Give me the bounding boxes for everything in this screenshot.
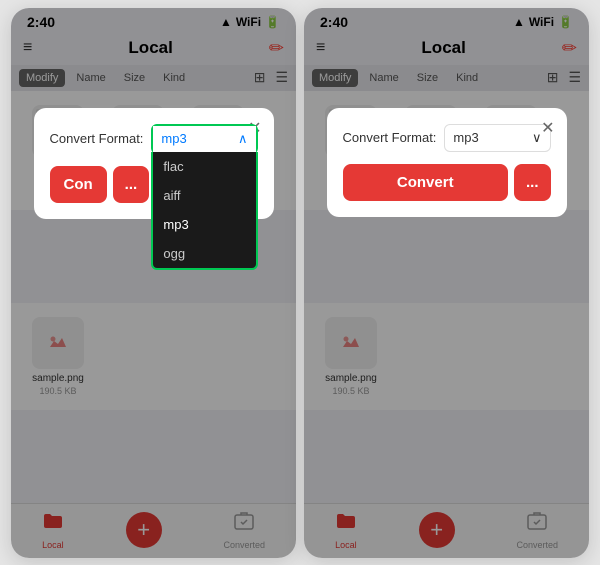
modal-overlay-left: ✕ Convert Format: mp3 ∧ flac aiff mp3 og… [11,8,296,558]
dropdown-list-left: flac aiff mp3 ogg [151,152,257,270]
more-button-right[interactable]: ... [514,164,551,201]
selected-format-left: mp3 [161,131,186,146]
more-button-left[interactable]: ... [113,166,150,203]
chevron-up-icon: ∧ [238,131,248,147]
right-phone: 2:40 ▲ WiFi 🔋 ≡ Local ✏ Modify Name Size… [304,8,589,558]
modal-format-row-right: Convert Format: mp3 ∨ [343,124,551,152]
modal-overlay-right: ✕ Convert Format: mp3 ∨ Convert ... [304,8,589,558]
modal-btn-row-right: Convert ... [343,164,551,201]
modal-label-right: Convert Format: [343,130,437,145]
option-mp3[interactable]: mp3 [153,210,255,239]
modal-box-right: ✕ Convert Format: mp3 ∨ Convert ... [327,108,567,217]
format-dropdown-closed-right[interactable]: mp3 ∨ [444,124,550,152]
modal-format-row-left: Convert Format: mp3 ∧ flac aiff mp3 ogg [50,124,258,154]
convert-button-left[interactable]: Con [50,166,107,203]
option-ogg[interactable]: ogg [153,239,255,268]
option-flac[interactable]: flac [153,152,255,181]
modal-close-right[interactable]: ✕ [541,118,554,138]
left-phone: 2:40 ▲ WiFi 🔋 ≡ Local ✏ Modify Name Size… [11,8,296,558]
option-aiff[interactable]: aiff [153,181,255,210]
selected-format-right: mp3 [453,130,478,145]
convert-button-right[interactable]: Convert [343,164,508,201]
dropdown-header-left[interactable]: mp3 ∧ [153,126,255,152]
modal-box-left: ✕ Convert Format: mp3 ∧ flac aiff mp3 og… [34,108,274,219]
format-dropdown-open-left[interactable]: mp3 ∧ flac aiff mp3 ogg [151,124,257,154]
chevron-down-icon-right: ∨ [532,130,542,146]
modal-label-left: Convert Format: [50,131,144,146]
